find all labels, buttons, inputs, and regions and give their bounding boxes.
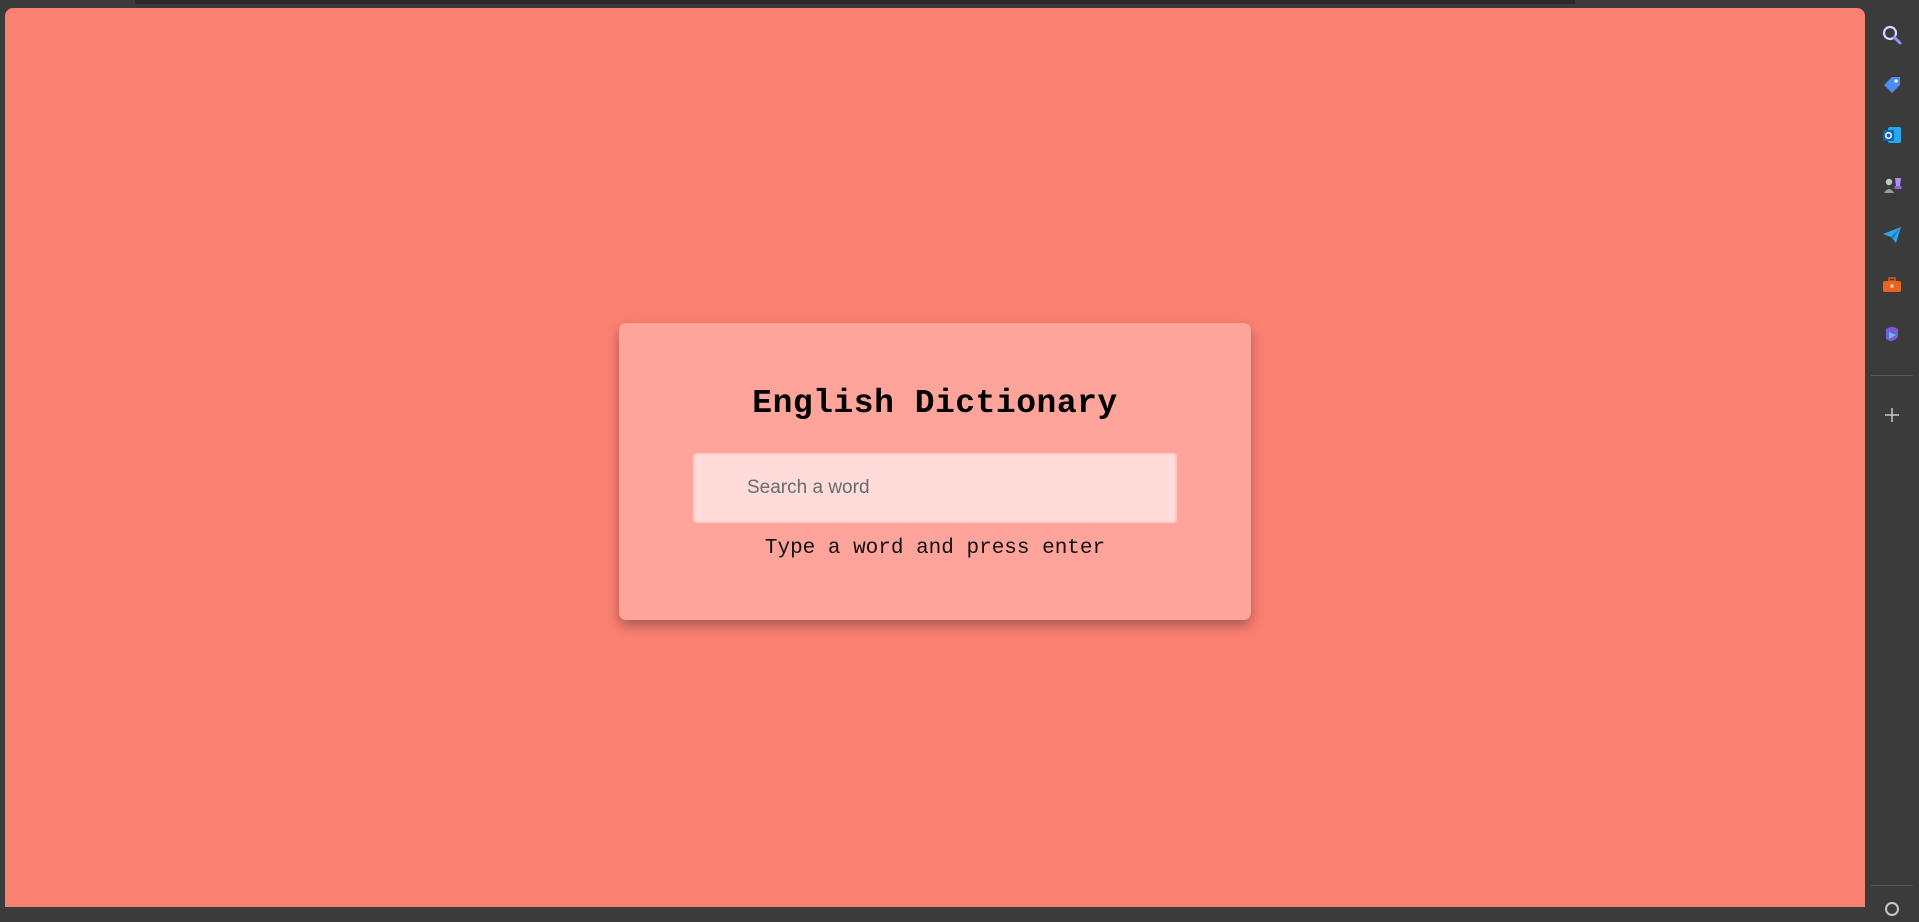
page-viewport: English Dictionary Type a word and press… xyxy=(5,8,1865,907)
hint-text: Type a word and press enter xyxy=(764,537,1106,560)
sidebar-divider xyxy=(1871,375,1913,376)
outlook-icon[interactable] xyxy=(1879,122,1905,148)
edge-sidebar xyxy=(1865,0,1919,916)
copilot-icon[interactable] xyxy=(1879,322,1905,348)
shopping-tag-icon[interactable] xyxy=(1879,72,1905,98)
toolbox-icon[interactable] xyxy=(1879,272,1905,298)
search-input[interactable] xyxy=(693,453,1177,523)
dictionary-card: English Dictionary Type a word and press… xyxy=(619,323,1251,620)
tab-strip xyxy=(135,0,1575,4)
settings-icon[interactable] xyxy=(1879,896,1905,922)
telegram-send-icon[interactable] xyxy=(1879,222,1905,248)
browser-window: English Dictionary Type a word and press… xyxy=(0,0,1919,916)
sidebar-divider-bottom xyxy=(1871,885,1913,886)
add-icon[interactable] xyxy=(1879,402,1905,428)
page-title: English Dictionary xyxy=(752,385,1118,422)
search-icon[interactable] xyxy=(1879,22,1905,48)
games-icon[interactable] xyxy=(1879,172,1905,198)
